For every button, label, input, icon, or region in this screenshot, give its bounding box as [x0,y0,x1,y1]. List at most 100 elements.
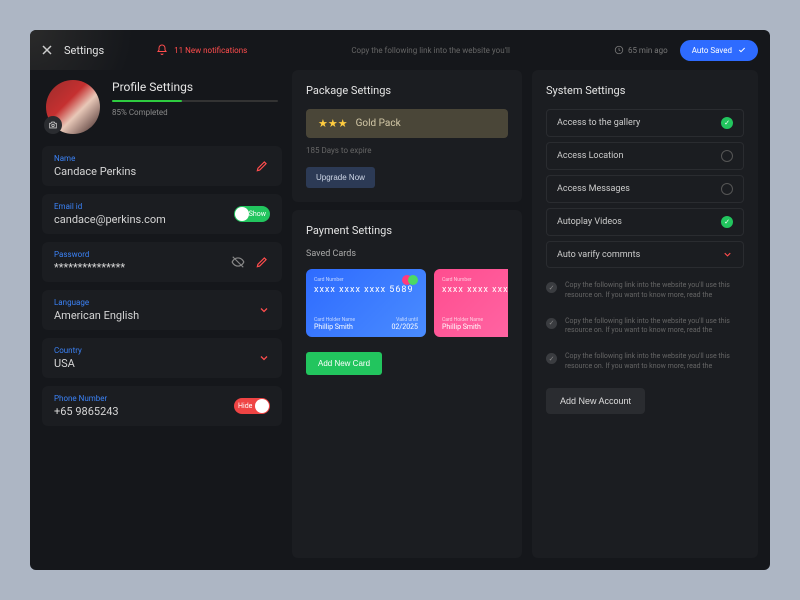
payment-panel: Payment Settings Saved Cards Card Number… [292,210,522,558]
notif-count: 11 New notifications [174,46,247,55]
time-ago-text: 65 min ago [628,46,668,55]
upgrade-button[interactable]: Upgrade Now [306,167,375,188]
saved-cards-label: Saved Cards [306,249,508,259]
toggle-label: Hide [238,402,252,410]
auto-saved-label: Auto Saved [692,46,732,55]
topbar: Settings 11 New notifications Copy the f… [30,30,770,70]
email-value: candace@perkins.com [54,213,166,226]
sys-label: Auto varify commnts [557,250,640,260]
card-valid-label: Valid until [392,317,419,323]
progress-bar [112,100,278,102]
language-label: Language [54,298,139,307]
password-label: Password [54,250,125,259]
info-text: Copy the following link into the website… [565,352,744,372]
field-email: Email id candace@perkins.com Show [42,194,282,234]
card-valid: 02/2025 [392,323,419,331]
check-icon: ✓ [546,353,557,364]
chevron-down-icon[interactable] [258,304,270,316]
sys-label: Access Messages [557,184,630,194]
sys-row-location[interactable]: Access Location [546,142,744,170]
card-number: xxxx xxxx xxxx 52 [442,285,508,295]
card-number: xxxx xxxx xxxx 5689 [314,285,418,295]
main-content: Profile Settings 85% Completed Name Cand… [30,70,770,570]
check-icon [738,46,746,54]
stars-icon: ★★★ [318,117,348,130]
progress-label: 85% Completed [112,108,278,117]
field-phone: Phone Number +65 9865243 Hide [42,386,282,426]
info-item: ✓ Copy the following link into the websi… [546,281,744,301]
system-column: System Settings Access to the gallery Ac… [532,70,758,558]
edit-icon[interactable] [254,254,270,270]
name-label: Name [54,154,136,163]
radio-checked-icon[interactable] [721,117,733,129]
profile-header: Profile Settings 85% Completed [42,70,282,138]
bell-icon [156,44,168,56]
add-card-button[interactable]: Add New Card [306,352,382,375]
system-panel: System Settings Access to the gallery Ac… [532,70,758,558]
gold-pack-badge: ★★★ Gold Pack [306,109,508,138]
toggle-label: Show [249,210,266,218]
edit-icon[interactable] [254,158,270,174]
profile-title: Profile Settings [112,80,278,94]
country-value: USA [54,357,82,370]
auto-saved-badge[interactable]: Auto Saved [680,40,758,61]
package-title: Package Settings [306,84,508,97]
payment-title: Payment Settings [306,224,508,237]
card-number-label: Card Number [314,277,418,283]
email-visibility-toggle[interactable]: Show [234,206,270,222]
card-holder-label: Card Holder Name [314,317,355,323]
radio-icon[interactable] [721,183,733,195]
notifications[interactable]: 11 New notifications [156,44,247,56]
card-item[interactable]: Card Number xxxx xxxx xxxx 52 Card Holde… [434,269,508,337]
field-name: Name Candace Perkins [42,146,282,186]
password-value: *************** [54,261,125,274]
check-icon: ✓ [546,318,557,329]
add-account-button[interactable]: Add New Account [546,388,645,414]
radio-icon[interactable] [721,150,733,162]
expire-text: 185 Days to expire [306,146,508,155]
package-panel: Package Settings ★★★ Gold Pack 185 Days … [292,70,522,202]
card-item[interactable]: Card Number xxxx xxxx xxxx 5689 Card Hol… [306,269,426,337]
info-item: ✓ Copy the following link into the websi… [546,352,744,372]
phone-value: +65 9865243 [54,405,119,418]
cards-row: Card Number xxxx xxxx xxxx 5689 Card Hol… [306,269,508,337]
sys-row-messages[interactable]: Access Messages [546,175,744,203]
pack-name: Gold Pack [356,118,401,129]
field-country[interactable]: Country USA [42,338,282,378]
system-title: System Settings [546,84,744,97]
settings-app: Settings 11 New notifications Copy the f… [30,30,770,570]
sys-row-autoverify[interactable]: Auto varify commnts [546,241,744,268]
email-label: Email id [54,202,166,211]
sys-label: Access to the gallery [557,118,640,128]
check-icon: ✓ [546,282,557,293]
phone-visibility-toggle[interactable]: Hide [234,398,270,414]
info-text: Copy the following link into the website… [565,317,744,337]
middle-column: Package Settings ★★★ Gold Pack 185 Days … [292,70,522,558]
sys-label: Autoplay Videos [557,217,622,227]
chevron-down-icon[interactable] [258,352,270,364]
name-value: Candace Perkins [54,165,136,178]
radio-checked-icon[interactable] [721,216,733,228]
phone-label: Phone Number [54,394,119,403]
clock-icon [614,45,624,55]
info-text: Copy the following link into the website… [565,281,744,301]
chevron-down-icon[interactable] [722,249,733,260]
field-language[interactable]: Language American English [42,290,282,330]
profile-column: Profile Settings 85% Completed Name Cand… [42,70,282,558]
eye-off-icon[interactable] [230,254,246,270]
copy-hint: Copy the following link into the website… [259,46,602,55]
card-holder: Phillip Smith [442,323,483,331]
card-number-label: Card Number [442,277,508,283]
camera-icon[interactable] [44,116,62,134]
avatar-wrap[interactable] [46,80,100,134]
country-label: Country [54,346,82,355]
sys-row-autoplay[interactable]: Autoplay Videos [546,208,744,236]
info-item: ✓ Copy the following link into the websi… [546,317,744,337]
card-holder-label: Card Holder Name [442,317,483,323]
close-icon[interactable] [42,45,52,55]
language-value: American English [54,309,139,322]
page-title: Settings [64,44,104,57]
sys-row-gallery[interactable]: Access to the gallery [546,109,744,137]
sys-label: Access Location [557,151,623,161]
card-holder: Phillip Smith [314,323,355,331]
